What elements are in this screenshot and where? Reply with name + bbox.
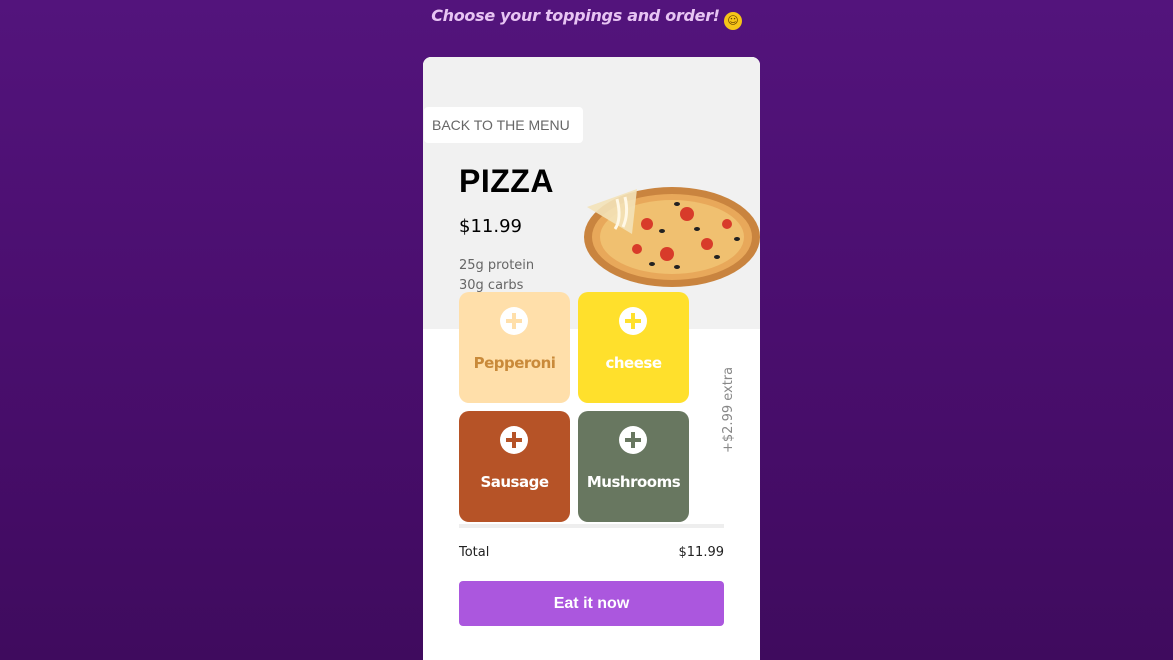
topping-label: Sausage [480,473,549,491]
total-value: $11.99 [678,545,725,560]
topping-label: Mushrooms [586,473,681,491]
topping-tile-sausage[interactable]: Sausage [459,411,570,522]
plus-circle-icon [619,426,647,454]
topping-tile-cheese[interactable]: cheese [578,292,689,403]
back-to-menu-button[interactable]: BACK TO THE MENU [424,107,583,143]
toppings-grid: Pepperoni cheese Sausage Mushrooms [459,292,691,524]
nutrition-info: 25g protein 30g carbs [459,256,534,296]
eat-it-now-button[interactable]: Eat it now [459,581,724,626]
plus-circle-icon [619,307,647,335]
plus-circle-icon [500,307,528,335]
product-title: PIZZA [459,163,554,199]
total-label: Total [459,545,490,560]
product-price: $11.99 [459,216,522,237]
plus-circle-icon [500,426,528,454]
topping-tile-mushrooms[interactable]: Mushrooms [578,411,689,522]
topping-label: Pepperoni [473,354,556,372]
extra-price-note: +$2.99 extra [721,366,736,453]
topping-tile-pepperoni[interactable]: Pepperoni [459,292,570,403]
protein-info: 25g protein [459,258,535,273]
product-card: BACK TO THE MENU PIZZA $11.99 25g protei… [423,57,760,660]
page-headline: Choose your toppings and order! ☺ [0,6,1173,30]
pizza-image [584,187,760,287]
topping-label: cheese [605,354,662,372]
smiling-face-icon: ☺ [723,12,742,30]
headline-text: Choose your toppings and order! [431,6,720,25]
divider [459,524,724,528]
